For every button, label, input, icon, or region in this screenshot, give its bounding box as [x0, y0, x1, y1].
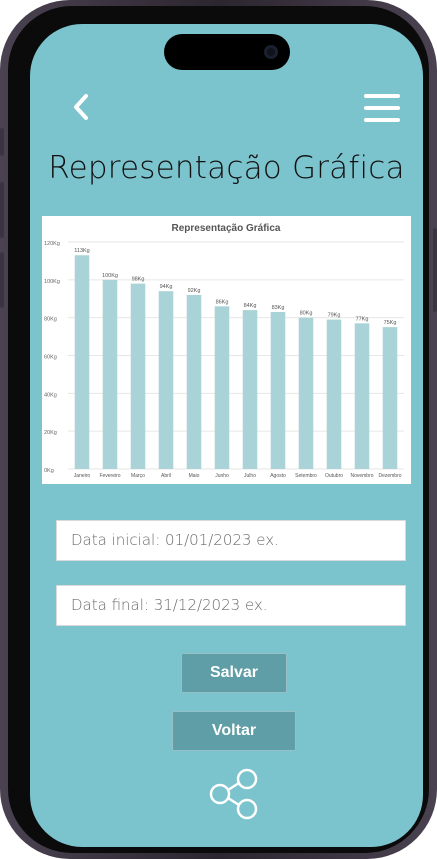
bar-value-label: 98Kg — [132, 277, 145, 283]
x-tick-label: Setembro — [295, 473, 317, 479]
camera-icon — [264, 45, 278, 59]
chart-bar — [242, 310, 258, 469]
bezel: Representação Gráfica Representação Gráf… — [8, 6, 429, 853]
y-tick-label: 20Kg — [44, 430, 57, 436]
bar-value-label: 75Kg — [384, 320, 397, 326]
y-tick-label: 60Kg — [44, 355, 57, 361]
y-tick-label: 100Kg — [44, 279, 60, 285]
bar-value-label: 77Kg — [356, 316, 369, 322]
chart-bar — [130, 283, 146, 469]
chart-bar — [74, 255, 90, 469]
chart-bar — [214, 306, 230, 469]
bar-value-label: 100Kg — [102, 273, 118, 279]
bar-value-label: 86Kg — [216, 299, 229, 305]
x-tick-label: Abril — [161, 473, 171, 479]
app-screen: Representação Gráfica Representação Gráf… — [30, 24, 423, 847]
volume-down-button — [0, 252, 4, 308]
x-tick-label: Maio — [189, 473, 200, 479]
x-tick-label: Junho — [215, 473, 229, 479]
volume-up-button — [0, 182, 4, 238]
chart-bar — [102, 279, 118, 469]
menu-line — [364, 118, 400, 122]
bar-value-label: 83Kg — [272, 305, 285, 311]
menu-line — [364, 106, 400, 110]
power-button — [433, 228, 437, 312]
menu-line — [364, 94, 400, 98]
x-tick-label: Março — [131, 473, 145, 479]
bar-value-label: 80Kg — [300, 311, 313, 317]
x-tick-label: Novembro — [350, 473, 373, 479]
bar-value-label: 84Kg — [244, 303, 257, 309]
chart-bar — [326, 319, 342, 469]
x-tick-label: Outubro — [325, 473, 343, 479]
y-tick-label: 120Kg — [44, 241, 60, 247]
y-tick-label: 80Kg — [44, 317, 57, 323]
chart-bar — [158, 291, 174, 469]
chart-bar — [354, 323, 370, 469]
bar-value-label: 79Kg — [328, 313, 341, 319]
end-date-field[interactable]: Data final: 31/12/2023 ex. — [56, 585, 406, 626]
page-title: Representação Gráfica — [48, 150, 405, 186]
x-tick-label: Agosto — [270, 473, 286, 479]
back-button[interactable]: Voltar — [172, 711, 296, 751]
x-tick-label: Janeiro — [74, 473, 91, 479]
bar-value-label: 94Kg — [160, 284, 173, 290]
menu-button[interactable] — [364, 94, 400, 124]
y-tick-label: 0Kg — [44, 468, 54, 474]
bar-value-label: 113Kg — [74, 248, 90, 254]
chart-title: Representação Gráfica — [172, 223, 281, 234]
mute-switch — [0, 128, 4, 156]
save-button[interactable]: Salvar — [181, 653, 287, 693]
x-tick-label: Dezembro — [378, 473, 401, 479]
chart-bar — [382, 327, 398, 469]
dynamic-island — [164, 34, 290, 70]
y-tick-label: 40Kg — [44, 392, 57, 398]
start-date-field[interactable]: Data inicial: 01/01/2023 ex. — [56, 520, 406, 561]
back-arrow-button[interactable] — [68, 92, 94, 122]
chart-bar — [298, 317, 314, 469]
x-tick-label: Julho — [244, 473, 256, 479]
chevron-left-icon — [74, 94, 88, 120]
share-button[interactable] — [208, 768, 262, 820]
chart-bar — [186, 294, 202, 469]
share-icon — [209, 768, 258, 820]
bar-chart: Representação Gráfica 0Kg 20Kg 40Kg 60Kg 80K… — [44, 223, 404, 479]
bar-value-label: 92Kg — [188, 288, 201, 294]
phone-frame: Representação Gráfica Representação Gráf… — [0, 0, 437, 859]
chart-card: Representação Gráfica 0Kg 20Kg 40Kg 60Kg 80K… — [42, 216, 411, 484]
chart-bar — [270, 311, 286, 469]
x-tick-label: Fevereiro — [99, 473, 120, 479]
